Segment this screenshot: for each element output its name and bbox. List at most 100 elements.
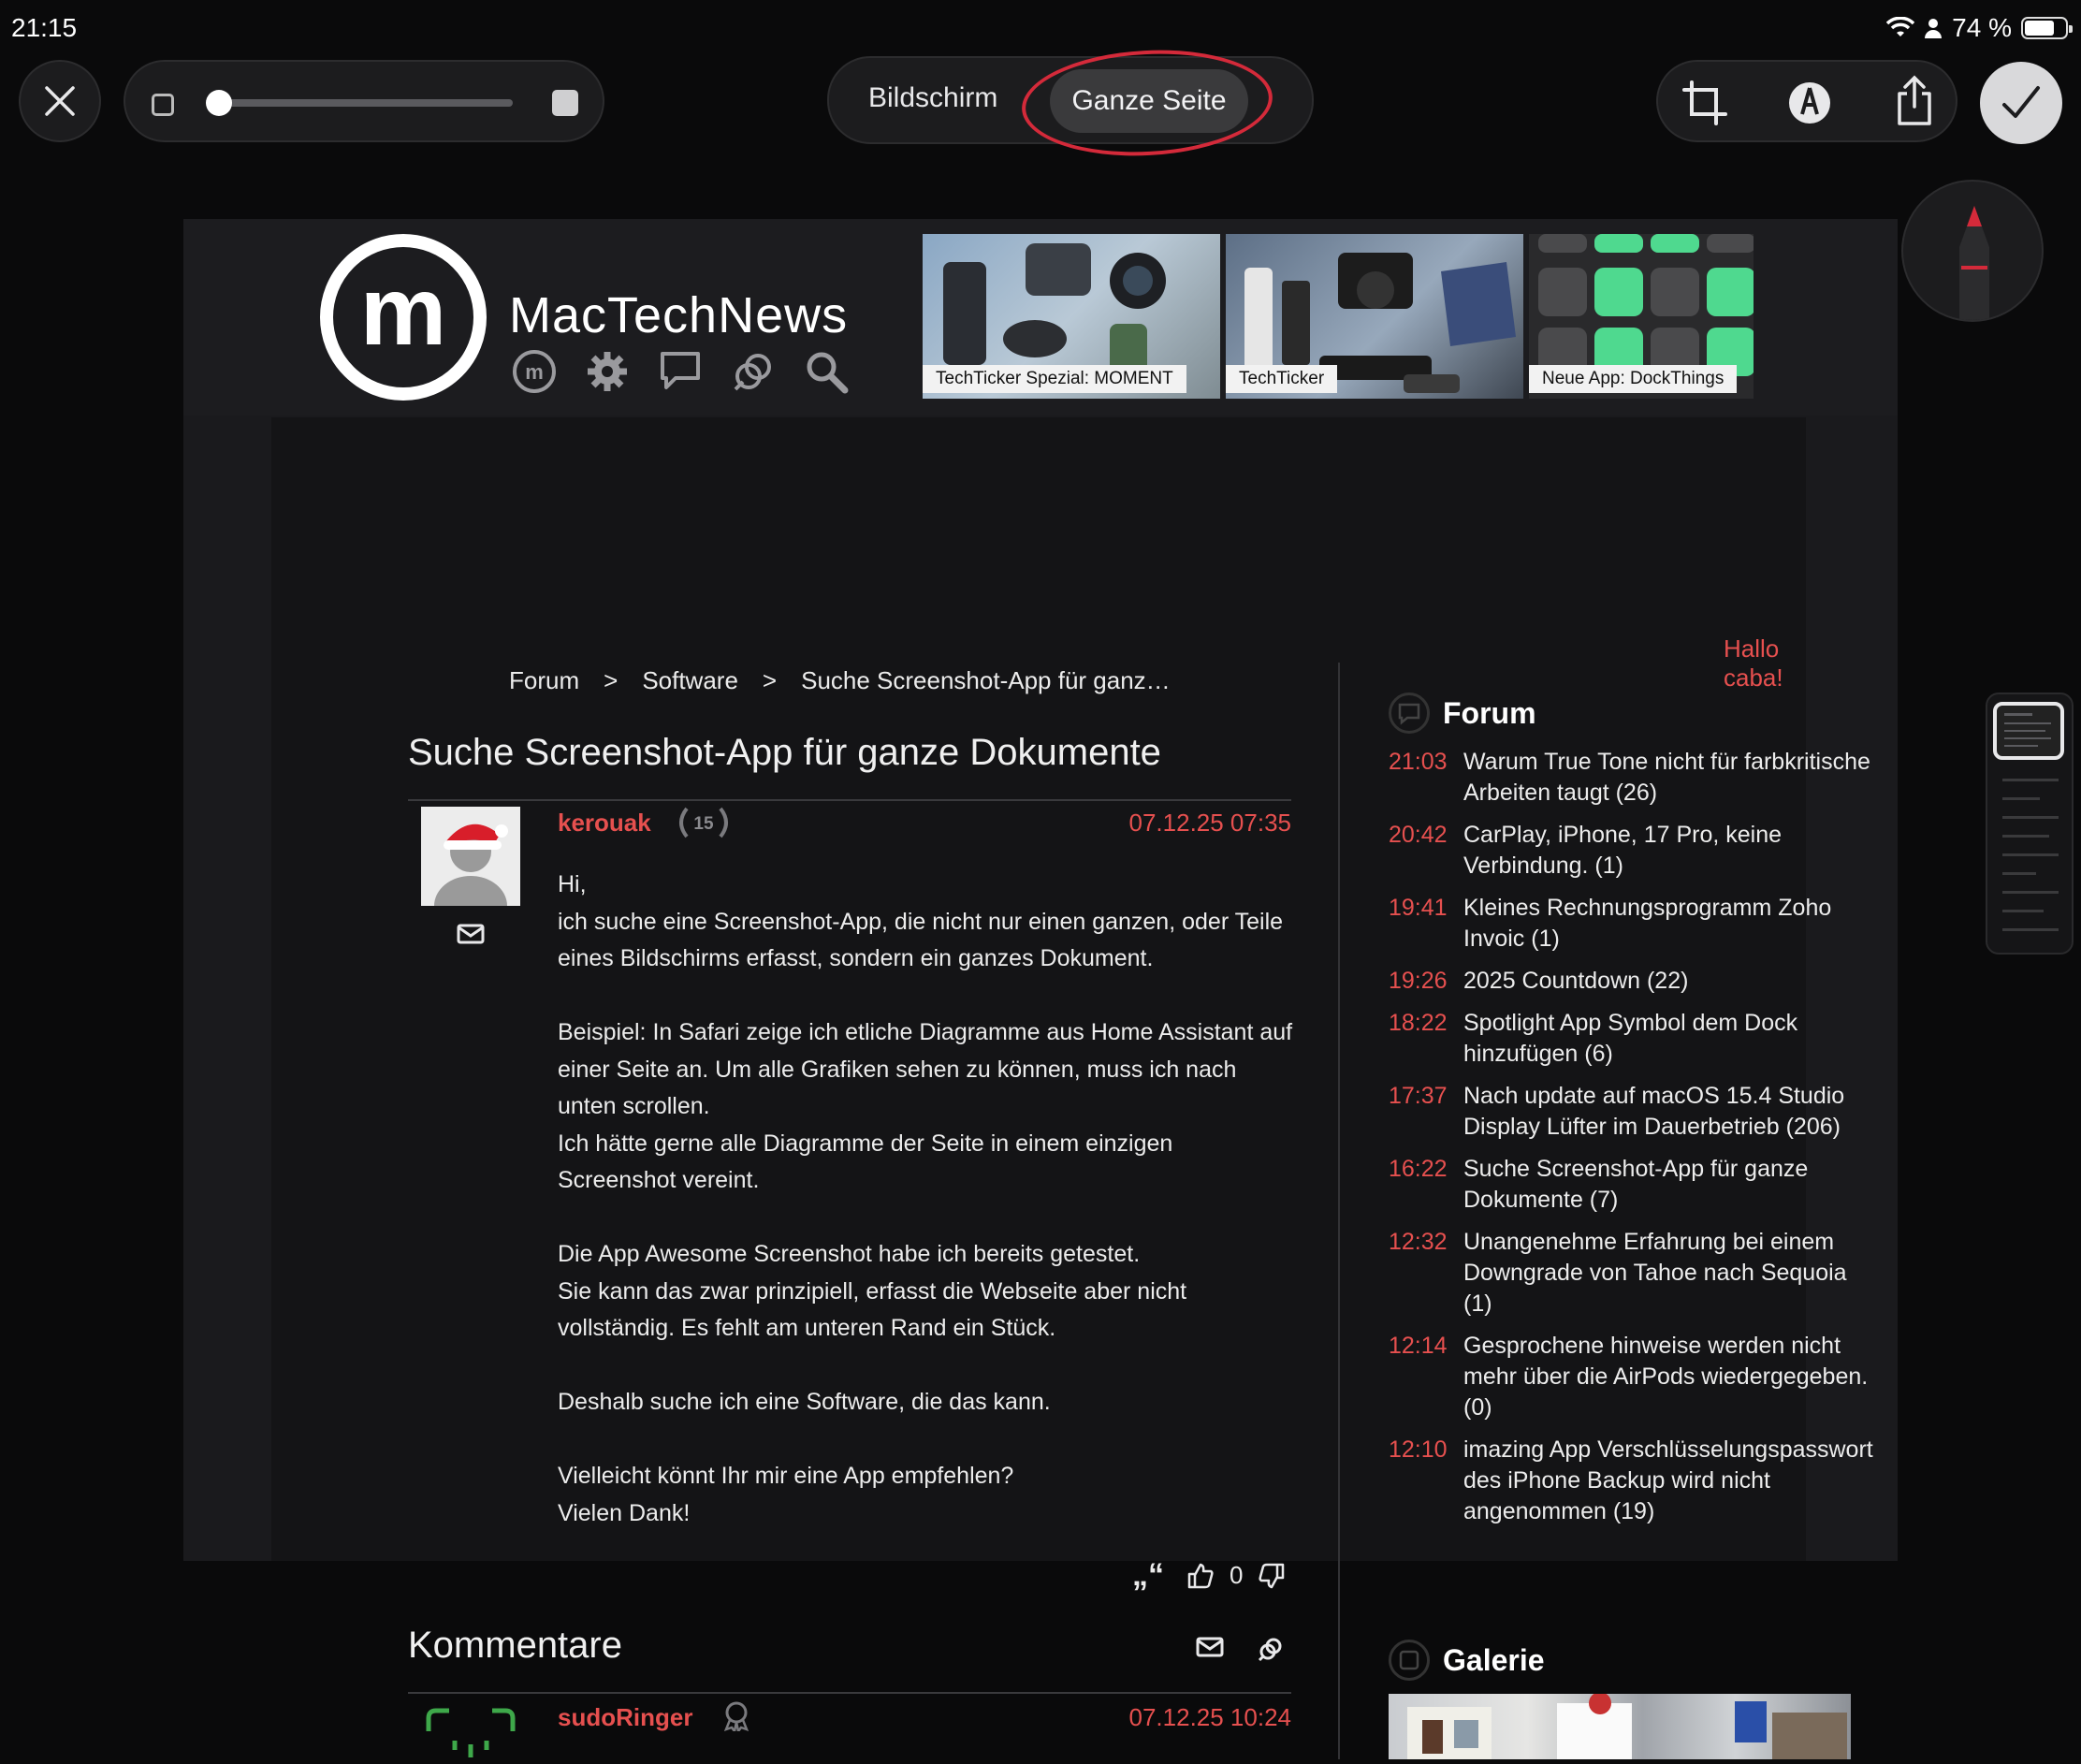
crop-button[interactable]	[1681, 79, 1729, 127]
slider-track[interactable]	[208, 99, 513, 107]
thumbs-up-icon[interactable]	[1186, 1562, 1215, 1590]
banner-caption: TechTicker Spezial: MOMENT	[923, 365, 1186, 393]
gallery-image[interactable]	[1389, 1694, 1851, 1759]
pen-tool-button[interactable]	[1901, 180, 2044, 322]
forum-item-title: Spotlight App Symbol dem Dock hinzufügen…	[1463, 1010, 1798, 1067]
forum-list-item[interactable]: 19:41 Kleines Rechnungsprogramm Zoho Invo…	[1389, 893, 1875, 955]
commenter-avatar[interactable]	[421, 1703, 520, 1759]
site-logo[interactable]: m	[320, 234, 487, 401]
comment-author[interactable]: sudoRinger	[558, 1703, 692, 1732]
column-divider	[1338, 663, 1340, 1759]
close-button[interactable]	[19, 60, 101, 142]
page-body: Hallo caba! Forum > Software > Suche Scr…	[271, 417, 1873, 1759]
mail-icon[interactable]	[1196, 1636, 1224, 1658]
gear-icon[interactable]	[584, 348, 631, 395]
gallery-heading: Galerie	[1389, 1640, 1545, 1681]
post-paragraph: Deshalb suche ich eine Software, die das…	[558, 1389, 1051, 1415]
link-icon[interactable]	[1258, 1636, 1284, 1662]
forum-item-time: 16:22	[1389, 1156, 1448, 1182]
mail-icon	[457, 924, 485, 944]
forum-heading: Forum	[1389, 692, 1536, 734]
quote-button[interactable]: „“	[1132, 1557, 1164, 1594]
status-bar: 21:15 74 %	[0, 0, 2081, 56]
breadcrumb-software[interactable]: Software	[642, 666, 738, 695]
banner-techticker[interactable]: TechTicker	[1226, 234, 1523, 399]
checkmark-icon	[2002, 86, 2040, 118]
page-preview: m MacTechNews m TechTicker Spezial: MOME…	[183, 219, 1898, 1759]
svg-text:m: m	[525, 360, 544, 384]
forum-item-title: 2025 Countdown (22)	[1463, 968, 1689, 994]
greeting[interactable]: Hallo caba!	[1724, 634, 1806, 692]
forum-list-item[interactable]: 21:03 Warum True Tone nicht für farbkriti…	[1389, 747, 1875, 809]
comments-rule	[408, 1692, 1291, 1694]
author-avatar[interactable]	[421, 807, 520, 906]
status-indicators: 74 %	[1886, 13, 2073, 43]
forum-item-time: 21:03	[1389, 749, 1448, 775]
forum-item-title: Unangenehme Erfahrung bei einem Downgrad…	[1463, 1229, 1847, 1317]
membership-badge: 15	[674, 805, 734, 846]
done-button[interactable]	[1980, 62, 2062, 144]
avatar-image	[421, 807, 520, 906]
forum-item-time: 19:26	[1389, 968, 1448, 994]
search-icon[interactable]	[803, 348, 850, 395]
markup-icon	[1789, 82, 1830, 124]
pen-icon	[1959, 206, 1989, 320]
slider-thumb[interactable]	[206, 90, 232, 116]
share-icon	[1898, 75, 1931, 125]
share-button[interactable]	[1890, 75, 1939, 127]
post-paragraph: Hi, ich suche eine Screenshot-App, die n…	[558, 871, 1284, 971]
chat-bubble-icon	[1389, 692, 1430, 734]
forum-list-item[interactable]: 12:14 Gesprochene hinweise werden nicht m…	[1389, 1331, 1875, 1423]
forum-list-item[interactable]: 17:37 Nach update auf macOS 15.4 Studio D…	[1389, 1081, 1875, 1143]
forum-list-item[interactable]: 19:26 2025 Countdown (22)	[1389, 966, 1875, 997]
forum-item-title: Gesprochene hinweise werden nicht mehr ü…	[1463, 1333, 1869, 1421]
battery-icon	[2021, 17, 2073, 39]
banner-dockthings[interactable]: Neue App: DockThings	[1529, 234, 1754, 399]
comments-actions	[1196, 1636, 1284, 1662]
comment-date: 07.12.25 10:24	[1128, 1703, 1292, 1731]
forum-list-item[interactable]: 12:10 imazing App Verschlüsselungspasswor…	[1389, 1435, 1875, 1527]
post-paragraph: Die App Awesome Screenshot habe ich bere…	[558, 1241, 1187, 1341]
forum-list-item[interactable]: 16:22 Suche Screenshot-App für ganze Doku…	[1389, 1154, 1875, 1216]
forum-list-item[interactable]: 18:22 Spotlight App Symbol dem Dock hinzu…	[1389, 1008, 1875, 1070]
breadcrumb-current: Suche Screenshot-App für ganz…	[801, 666, 1171, 694]
site-nav-icons: m	[511, 348, 850, 395]
size-slider-group	[124, 60, 604, 142]
forum-list-item[interactable]: 20:42 CarPlay, iPhone, 17 Pro, keine Verb…	[1389, 820, 1875, 882]
thumbnail-viewport-indicator[interactable]	[1993, 702, 2064, 760]
forum-item-time: 12:14	[1389, 1333, 1448, 1359]
link-icon[interactable]	[730, 348, 777, 395]
banner-caption: Neue App: DockThings	[1529, 365, 1738, 393]
forum-item-time: 12:32	[1389, 1229, 1448, 1255]
thumbs-down-icon[interactable]	[1258, 1562, 1286, 1590]
gallery-icon	[1389, 1640, 1430, 1681]
post-paragraph: Beispiel: In Safari zeige ich etliche Di…	[558, 1019, 1293, 1193]
forum-item-title: Suche Screenshot-App für ganze Dokumente…	[1463, 1156, 1809, 1213]
forum-item-time: 18:22	[1389, 1010, 1448, 1036]
banner-techticker-spezial[interactable]: TechTicker Spezial: MOMENT	[923, 234, 1220, 399]
message-author-button[interactable]	[457, 923, 485, 950]
close-icon	[45, 86, 75, 116]
wifi-icon	[1886, 17, 1915, 36]
post-date: 07.12.25 07:35	[1128, 809, 1292, 837]
chat-bubble-icon[interactable]	[657, 348, 704, 395]
forum-list-item[interactable]: 12:32 Unangenehme Erfahrung bei einem Dow…	[1389, 1227, 1875, 1319]
title-rule	[408, 799, 1291, 801]
small-square-icon	[152, 94, 174, 116]
forum-item-title: Nach update auf macOS 15.4 Studio Displa…	[1463, 1083, 1845, 1140]
person-icon	[1925, 19, 1943, 38]
status-time: 21:15	[11, 13, 78, 42]
breadcrumb-forum[interactable]: Forum	[509, 666, 579, 695]
forum-item-time: 19:41	[1389, 895, 1448, 921]
large-square-icon	[552, 90, 578, 116]
forum-item-title: imazing App Verschlüsselungspasswort des…	[1463, 1436, 1873, 1524]
post-author[interactable]: kerouak	[558, 809, 651, 838]
badge-number: 15	[693, 814, 714, 834]
segment-screen[interactable]: Bildschirm	[868, 82, 997, 114]
markup-button[interactable]	[1785, 79, 1834, 127]
forum-list: 21:03 Warum True Tone nicht für farbkriti…	[1389, 747, 1875, 1538]
profile-icon[interactable]: m	[511, 348, 558, 395]
face-id-icon	[426, 1708, 516, 1757]
banner-caption: TechTicker	[1226, 365, 1338, 393]
comments-heading: Kommentare	[408, 1625, 622, 1666]
